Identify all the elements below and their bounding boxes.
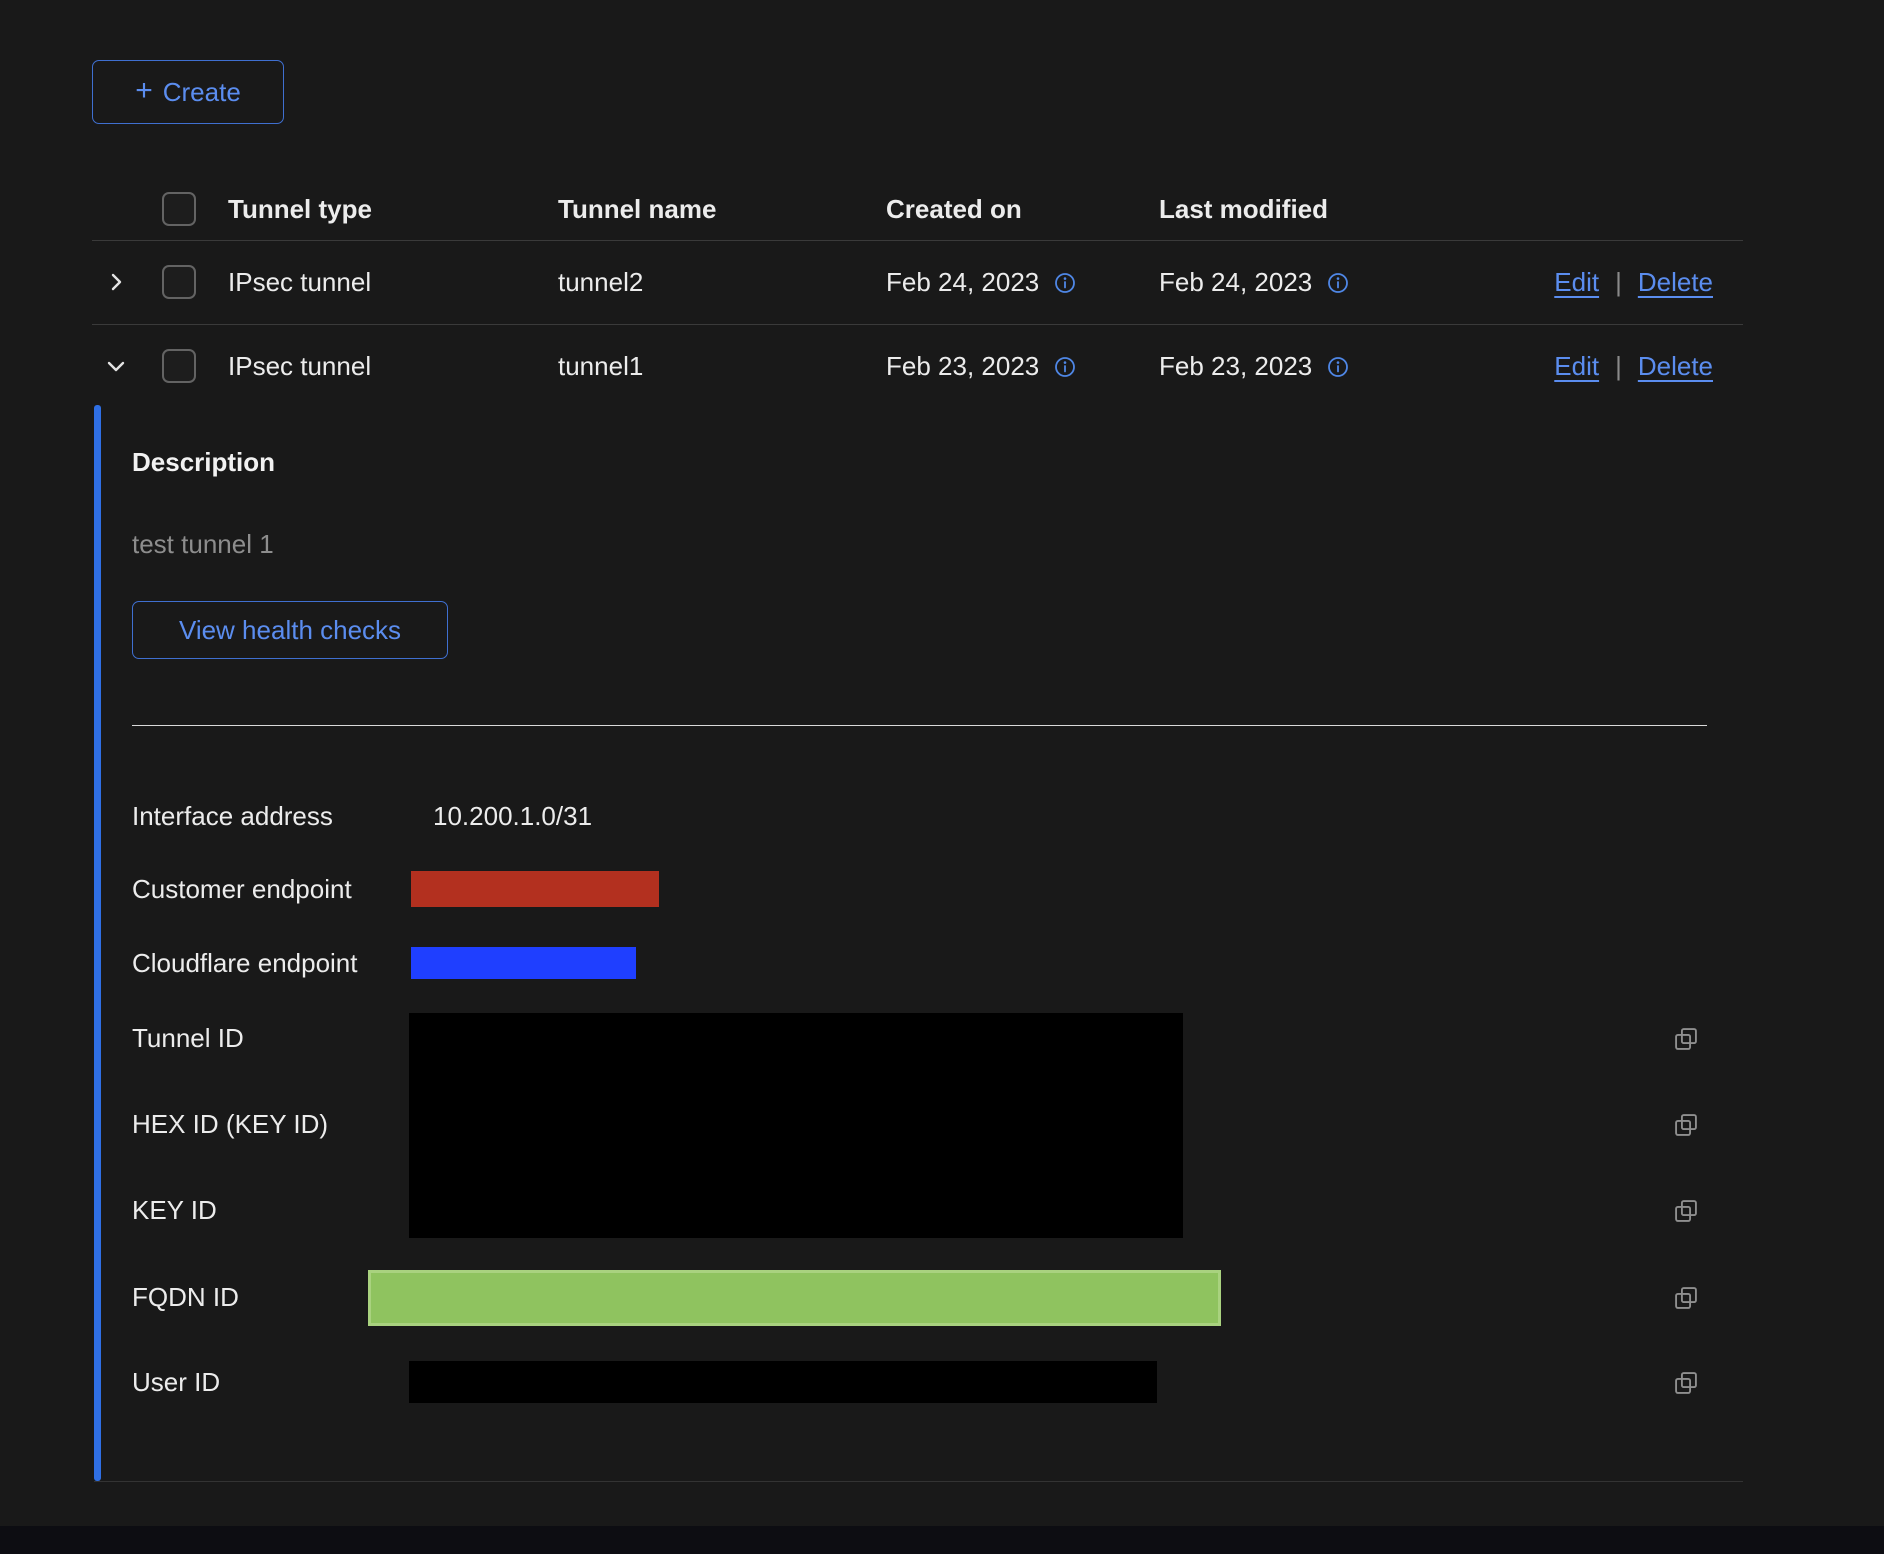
field-label-fqdn-id: FQDN ID xyxy=(132,1282,239,1312)
create-button-label: Create xyxy=(163,77,241,108)
interface-address-value: 10.200.1.0/31 xyxy=(433,801,592,831)
create-button[interactable]: + Create xyxy=(92,60,284,124)
description-value: test tunnel 1 xyxy=(132,529,274,559)
chevron-down-icon[interactable] xyxy=(92,354,140,378)
copy-icon[interactable] xyxy=(1672,1111,1700,1139)
table-row: IPsec tunnel tunnel2 Feb 24, 2023 Feb 24… xyxy=(92,240,1743,325)
action-separator: | xyxy=(1615,351,1622,382)
row-checkbox[interactable] xyxy=(162,349,196,383)
col-header-last-modified: Last modified xyxy=(1159,194,1449,225)
ids-redaction-block xyxy=(409,1013,1183,1238)
chevron-right-icon[interactable] xyxy=(92,270,140,294)
tunnel-detail-panel: Description test tunnel 1 View health ch… xyxy=(94,405,1743,1481)
info-icon[interactable] xyxy=(1326,271,1350,295)
copy-icon[interactable] xyxy=(1672,1197,1700,1225)
detail-bottom-divider xyxy=(94,1481,1743,1482)
user-id-redaction xyxy=(409,1361,1157,1403)
delete-link[interactable]: Delete xyxy=(1638,267,1713,298)
description-heading: Description xyxy=(132,447,275,477)
copy-icon[interactable] xyxy=(1672,1369,1700,1397)
col-header-created-on: Created on xyxy=(886,194,1159,225)
row-checkbox[interactable] xyxy=(162,265,196,299)
field-label-hex-id: HEX ID (KEY ID) xyxy=(132,1109,328,1139)
col-header-tunnel-name: Tunnel name xyxy=(558,194,886,225)
field-label-customer-endpoint: Customer endpoint xyxy=(132,874,352,904)
select-all-checkbox[interactable] xyxy=(162,192,196,226)
field-label-interface-address: Interface address xyxy=(132,801,333,831)
field-label-tunnel-id: Tunnel ID xyxy=(132,1023,244,1053)
cloudflare-endpoint-redaction xyxy=(411,947,636,979)
detail-divider xyxy=(132,725,1707,726)
field-label-user-id: User ID xyxy=(132,1367,220,1397)
delete-link[interactable]: Delete xyxy=(1638,351,1713,382)
last-modified-cell: Feb 23, 2023 xyxy=(1159,351,1312,382)
copy-icon[interactable] xyxy=(1672,1025,1700,1053)
fqdn-id-redaction xyxy=(368,1270,1221,1326)
copy-icon[interactable] xyxy=(1672,1284,1700,1312)
created-on-cell: Feb 24, 2023 xyxy=(886,267,1039,298)
action-separator: | xyxy=(1615,267,1622,298)
info-icon[interactable] xyxy=(1053,271,1077,295)
tunnel-type-cell: IPsec tunnel xyxy=(228,351,558,382)
info-icon[interactable] xyxy=(1326,355,1350,379)
table-header-row: Tunnel type Tunnel name Created on Last … xyxy=(92,178,1743,241)
edit-link[interactable]: Edit xyxy=(1554,351,1599,382)
expanded-row-accent-bar xyxy=(94,405,101,1481)
tunnel-type-cell: IPsec tunnel xyxy=(228,267,558,298)
edit-link[interactable]: Edit xyxy=(1554,267,1599,298)
customer-endpoint-redaction xyxy=(411,871,659,907)
info-icon[interactable] xyxy=(1053,355,1077,379)
footer-band xyxy=(0,1526,1884,1554)
plus-icon: + xyxy=(135,76,153,106)
last-modified-cell: Feb 24, 2023 xyxy=(1159,267,1312,298)
field-label-key-id: KEY ID xyxy=(132,1195,217,1225)
field-label-cloudflare-endpoint: Cloudflare endpoint xyxy=(132,948,358,978)
table-row: IPsec tunnel tunnel1 Feb 23, 2023 Feb 23… xyxy=(92,324,1743,408)
tunnel-name-cell: tunnel2 xyxy=(558,267,886,298)
view-health-checks-button[interactable]: View health checks xyxy=(132,601,448,659)
col-header-tunnel-type: Tunnel type xyxy=(228,194,558,225)
tunnel-name-cell: tunnel1 xyxy=(558,351,886,382)
created-on-cell: Feb 23, 2023 xyxy=(886,351,1039,382)
